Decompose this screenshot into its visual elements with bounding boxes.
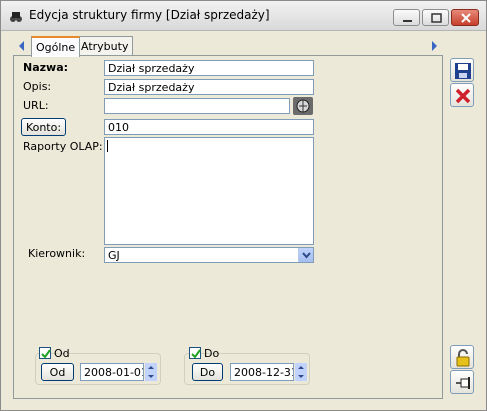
checkmark-icon <box>191 349 201 359</box>
do-date-spinner-icon[interactable] <box>295 363 307 381</box>
lock-icon <box>456 349 470 367</box>
url-field[interactable] <box>104 98 290 114</box>
tab-ogolne[interactable]: Ogólne <box>31 36 81 57</box>
save-button[interactable] <box>450 58 474 82</box>
od-button[interactable]: Od <box>41 363 74 381</box>
cancel-button[interactable] <box>450 83 474 107</box>
kierownik-select[interactable]: GJ <box>104 247 314 263</box>
lock-button[interactable] <box>450 345 474 369</box>
konto-field[interactable]: 010 <box>104 119 314 135</box>
od-checkbox[interactable] <box>39 347 51 359</box>
url-browse-button[interactable] <box>293 97 313 115</box>
raporty-olap-textarea[interactable] <box>104 137 314 245</box>
tab-strip: Ogólne Atrybuty <box>13 36 443 57</box>
tab-atrybuty[interactable]: Atrybuty <box>76 36 134 56</box>
save-icon <box>455 63 471 79</box>
do-date-field[interactable]: 2008-12-31 <box>230 363 294 381</box>
text-caret <box>107 140 108 152</box>
konto-button[interactable]: Konto: <box>21 118 66 136</box>
nazwa-field[interactable]: Dział sprzedaży <box>104 60 314 76</box>
window-title: Edycja struktury firmy [Dział sprzedaży] <box>29 8 270 22</box>
do-checkbox-label: Do <box>204 347 220 360</box>
opis-field[interactable]: Dział sprzedaży <box>104 79 314 95</box>
dropdown-button[interactable] <box>298 248 313 262</box>
do-button[interactable]: Do <box>192 363 223 381</box>
nazwa-label: Nazwa: <box>23 61 69 74</box>
dialog-window: Edycja struktury firmy [Dział sprzedaży]… <box>0 0 487 411</box>
pin-button[interactable] <box>450 370 474 394</box>
minimize-button[interactable] <box>393 9 420 26</box>
maximize-icon <box>431 13 442 23</box>
checkmark-icon <box>41 349 51 359</box>
do-checkbox[interactable] <box>189 347 201 359</box>
od-date-field[interactable]: 2008-01-01 <box>80 363 144 381</box>
opis-label: Opis: <box>23 80 52 93</box>
app-icon <box>10 12 22 22</box>
kierownik-label: Kierownik: <box>28 247 86 260</box>
raporty-olap-label: Raporty OLAP: <box>23 140 103 153</box>
od-checkbox-label: Od <box>54 347 70 360</box>
minimize-icon <box>403 20 412 22</box>
url-label: URL: <box>23 99 49 112</box>
maximize-button[interactable] <box>422 9 449 26</box>
title-bar[interactable]: Edycja struktury firmy [Dział sprzedaży] <box>1 1 486 31</box>
od-date-spinner-icon[interactable] <box>145 363 157 381</box>
kierownik-value: GJ <box>108 249 120 262</box>
pin-icon <box>456 377 470 389</box>
browse-url-icon <box>296 99 310 113</box>
close-button[interactable] <box>451 9 479 26</box>
cancel-icon <box>455 88 471 104</box>
close-icon <box>461 13 471 23</box>
chevron-down-icon <box>302 252 311 259</box>
